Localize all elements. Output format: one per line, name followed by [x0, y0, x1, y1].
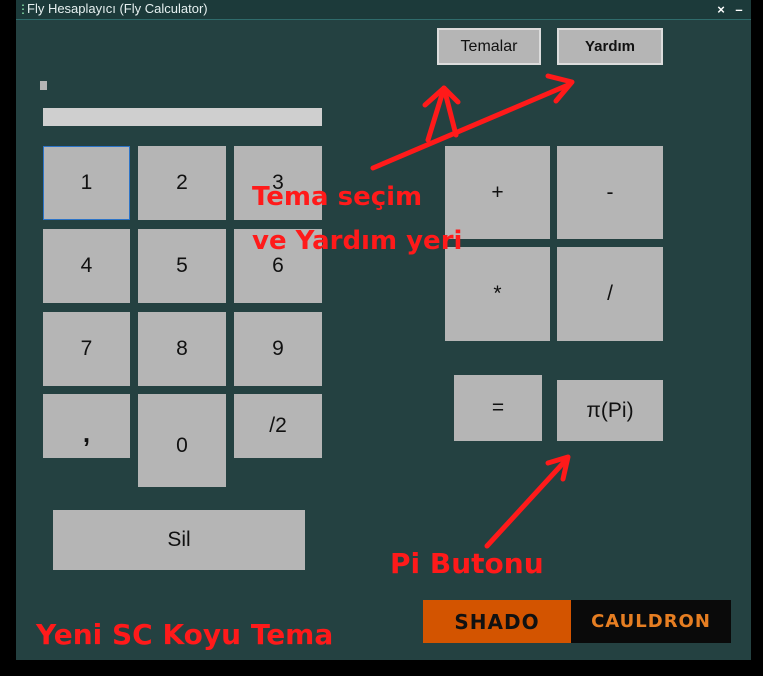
pi-button[interactable]: π(Pi)	[557, 380, 663, 441]
logo-cauldron: CAULDRON	[571, 600, 731, 643]
key-5[interactable]: 5	[138, 229, 226, 303]
annotation-theme-help-line2: ve Yardım yeri	[252, 226, 463, 256]
annotation-pi-button: Pi Butonu	[390, 547, 544, 580]
key-1[interactable]: 1	[43, 146, 130, 220]
clear-button[interactable]: Sil	[53, 510, 305, 570]
annotation-theme-help-line1: Tema seçim	[252, 182, 423, 212]
key-7[interactable]: 7	[43, 312, 130, 386]
key-9[interactable]: 9	[234, 312, 322, 386]
divide-button[interactable]: /	[557, 247, 663, 341]
display-indicator	[40, 81, 47, 90]
title-bar[interactable]: ⋮ Fly Hesaplayıcı (Fly Calculator) × –	[16, 0, 751, 20]
annotation-new-theme: Yeni SC Koyu Tema	[36, 618, 334, 651]
minimize-icon[interactable]: –	[731, 1, 747, 18]
window-title: Fly Hesaplayıcı (Fly Calculator)	[27, 1, 208, 16]
logo-shado: SHADO	[423, 600, 571, 643]
display-input[interactable]	[43, 108, 322, 126]
multiply-button[interactable]: *	[445, 247, 550, 341]
key-0[interactable]: 0	[138, 394, 226, 487]
key-half[interactable]: /2	[234, 394, 322, 458]
themes-button[interactable]: Temalar	[437, 28, 541, 65]
help-button[interactable]: Yardım	[557, 28, 663, 65]
key-comma[interactable]: ,	[43, 394, 130, 458]
close-icon[interactable]: ×	[713, 1, 729, 18]
key-2[interactable]: 2	[138, 146, 226, 220]
minus-button[interactable]: -	[557, 146, 663, 239]
key-4[interactable]: 4	[43, 229, 130, 303]
key-8[interactable]: 8	[138, 312, 226, 386]
equals-button[interactable]: =	[454, 375, 542, 441]
